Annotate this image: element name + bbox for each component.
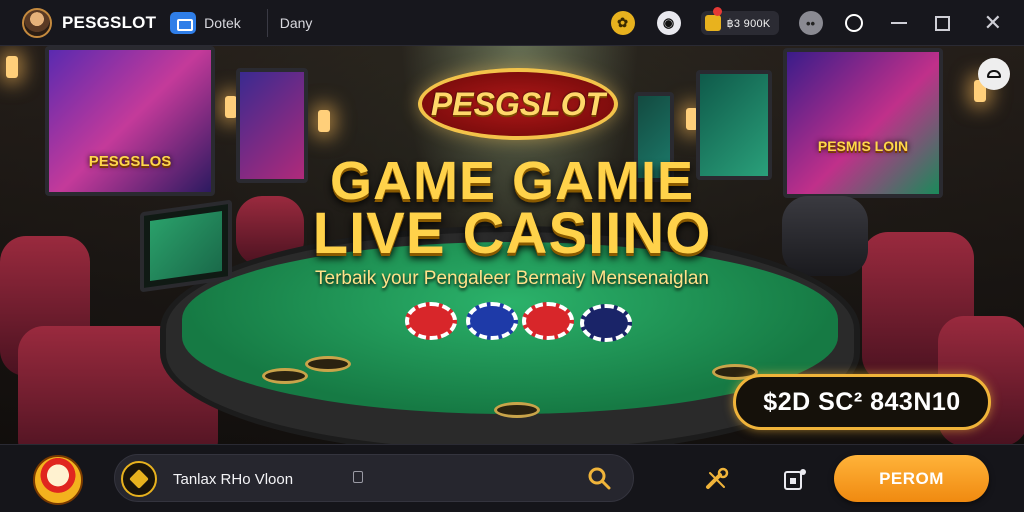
coin-icon[interactable]: ✿ xyxy=(610,11,635,35)
play-button-label: PEROM xyxy=(879,468,944,488)
mascot-avatar[interactable] xyxy=(33,455,83,505)
tools-icon[interactable] xyxy=(704,467,730,493)
hero-banner[interactable]: PESGSLOS PESMIS LOIN PESGSLOT GAME GAMIE… xyxy=(0,46,1024,444)
search-input[interactable] xyxy=(173,468,343,490)
wallet-icon xyxy=(704,15,721,31)
search-icon[interactable] xyxy=(587,466,611,490)
notification-icon[interactable] xyxy=(782,467,808,493)
brand-avatar[interactable] xyxy=(22,7,52,38)
nav-label[interactable]: Dotek xyxy=(204,15,241,31)
wall-lamp xyxy=(318,110,330,132)
poker-chip xyxy=(522,302,574,340)
divider xyxy=(266,8,268,37)
minimize-icon[interactable] xyxy=(890,22,907,24)
hero-logo-text: PESGSLOT xyxy=(430,85,606,122)
menu-dots-icon[interactable]: •• xyxy=(798,11,823,35)
cup-holder xyxy=(305,356,351,372)
play-button[interactable]: PEROM xyxy=(834,455,989,502)
promo-badge-text: $2D SC² 843N10 xyxy=(763,387,961,416)
ring-icon[interactable] xyxy=(844,14,863,32)
notification-dot xyxy=(712,7,722,16)
wall-lamp xyxy=(6,56,18,78)
quick-action-button[interactable] xyxy=(978,58,1010,90)
poker-chip xyxy=(466,302,518,340)
brand-name: PESGSLOT xyxy=(62,12,157,32)
hero-logo: PESGSLOT xyxy=(418,68,618,140)
hero-title-line2: LIVE CASIINO xyxy=(312,201,712,266)
search-bar[interactable] xyxy=(114,454,634,502)
globe-icon[interactable]: ◉ xyxy=(656,11,681,35)
wallet-value: ฿3 900K xyxy=(726,17,771,30)
nav-label-secondary[interactable]: Dany xyxy=(280,15,313,31)
poker-chip xyxy=(405,302,457,340)
helmet-icon xyxy=(987,70,1001,78)
cup-holder xyxy=(262,368,308,384)
maximize-icon[interactable] xyxy=(934,15,950,31)
title-bar: PESGSLOT Dotek Dany ✿ ◉ ฿3 900K •• ✕ xyxy=(0,0,1024,46)
chat-icon[interactable] xyxy=(170,11,197,34)
promo-badge[interactable]: $2D SC² 843N10 xyxy=(733,374,991,430)
clipboard-icon[interactable] xyxy=(353,471,363,483)
bottom-bar: PEROM xyxy=(0,444,1024,512)
brand-icon xyxy=(121,461,157,497)
wallet-balance[interactable]: ฿3 900K xyxy=(700,7,779,35)
cup-holder xyxy=(494,402,540,418)
close-icon[interactable]: ✕ xyxy=(984,12,1002,34)
poker-chip xyxy=(580,304,632,342)
hero-subtitle: Terbaik your Pengaleer Bermaiy Mensenaig… xyxy=(315,268,709,289)
